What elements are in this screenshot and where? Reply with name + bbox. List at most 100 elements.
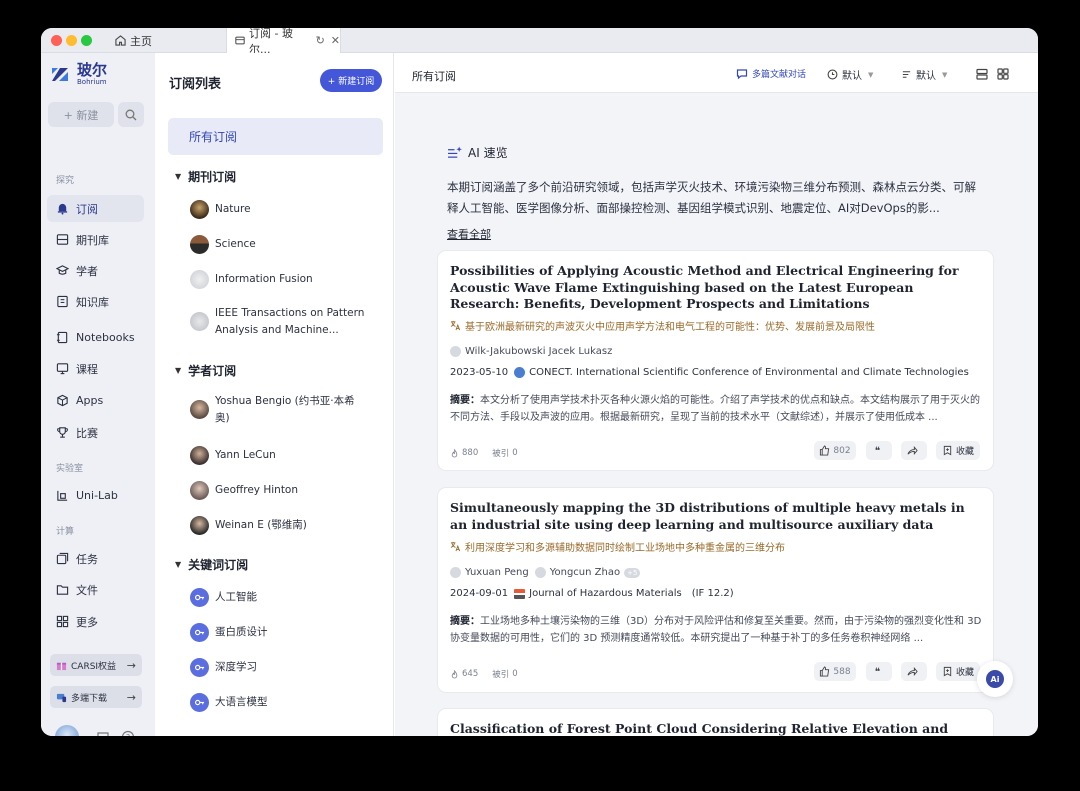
paper-title[interactable]: Classification of Forest Point Cloud Con… bbox=[450, 721, 980, 736]
author-name[interactable]: Yuxuan Peng bbox=[465, 567, 529, 578]
multi-doc-chat-button[interactable]: 多篇文献对话 bbox=[736, 67, 806, 80]
journal-name: Nature bbox=[215, 203, 251, 216]
help-icon[interactable]: ? bbox=[121, 730, 135, 736]
subscription-item-scholar[interactable]: Yoshua Bengio (约书亚·本希奥) bbox=[190, 393, 365, 427]
abstract-label: 摘要： bbox=[450, 616, 480, 627]
translate-icon bbox=[450, 320, 461, 331]
paper-card[interactable]: Simultaneously mapping the 3D distributi… bbox=[437, 487, 994, 693]
subscription-item-keyword[interactable]: 蛋白质设计 bbox=[190, 623, 268, 642]
paper-venue[interactable]: Journal of Hazardous Materials bbox=[529, 588, 682, 599]
author-name[interactable]: Wilk-Jakubowski Jacek Lukasz bbox=[465, 346, 612, 357]
author-name[interactable]: Yongcun Zhao bbox=[550, 567, 620, 578]
reload-icon[interactable]: ↻ bbox=[316, 34, 325, 47]
nav-item-journals-label: 期刊库 bbox=[76, 233, 109, 247]
close-icon[interactable]: ✕ bbox=[331, 34, 340, 47]
nav-item-contests[interactable]: 比赛 bbox=[47, 419, 144, 446]
subscription-item-scholar[interactable]: Geoffrey Hinton bbox=[190, 481, 298, 500]
ai-assistant-button[interactable]: Ai bbox=[977, 661, 1013, 697]
cite-button[interactable]: ❝ bbox=[866, 441, 892, 460]
book-icon bbox=[57, 295, 68, 308]
app-window: 主页 订阅 - 玻尔... ↻ ✕ 玻尔 Bohrium + 新建 探究 订阅 … bbox=[41, 28, 1038, 736]
tab-subscription[interactable]: 订阅 - 玻尔... ↻ ✕ bbox=[226, 28, 341, 56]
subscription-item-keyword[interactable]: 大语言模型 bbox=[190, 693, 268, 712]
nav-item-knowledge-label: 知识库 bbox=[76, 295, 109, 309]
subscription-item-scholar[interactable]: Weinan E (鄂维南) bbox=[190, 516, 307, 535]
scholar-avatar bbox=[190, 481, 209, 500]
order-sort-dropdown[interactable]: 默认 ▼ bbox=[901, 67, 947, 82]
subscription-item-keyword[interactable]: 人工智能 bbox=[190, 588, 257, 607]
paper-card[interactable]: Possibilities of Applying Acoustic Metho… bbox=[437, 250, 994, 471]
like-button[interactable]: 588 bbox=[814, 662, 856, 681]
all-subscriptions-item[interactable]: 所有订阅 bbox=[168, 118, 383, 155]
new-button[interactable]: + 新建 bbox=[48, 102, 114, 127]
keyword-name: 大语言模型 bbox=[215, 696, 268, 709]
tab-home-label: 主页 bbox=[130, 34, 152, 48]
cite-button[interactable]: ❝ bbox=[866, 662, 892, 681]
bookmark-button[interactable]: 收藏 bbox=[936, 441, 980, 460]
share-button[interactable] bbox=[901, 662, 927, 681]
keyword-group-header[interactable]: ▼ 关键词订阅 bbox=[175, 556, 248, 573]
paper-title[interactable]: Simultaneously mapping the 3D distributi… bbox=[450, 500, 980, 533]
download-promo-button[interactable]: 多端下载 → bbox=[50, 686, 142, 708]
paper-date: 2023-05-10 bbox=[450, 367, 509, 378]
subscription-item-journal[interactable]: Science bbox=[190, 235, 256, 254]
download-promo-label: 多端下载 bbox=[71, 693, 108, 704]
nav-item-apps[interactable]: Apps bbox=[47, 387, 144, 414]
scholar-name: Yann LeCun bbox=[215, 449, 276, 462]
ai-overview-title: AI 速览 bbox=[468, 146, 508, 160]
maximize-window-button[interactable] bbox=[81, 35, 92, 46]
journal-group-header[interactable]: ▼ 期刊订阅 bbox=[175, 168, 236, 185]
quote-icon: ❝ bbox=[875, 446, 880, 456]
more-authors-badge[interactable]: +5 bbox=[624, 567, 641, 578]
main-header: 所有订阅 多篇文献对话 默认 ▼ 默认 ▼ bbox=[395, 53, 1038, 93]
bohrium-logo[interactable]: 玻尔 Bohrium bbox=[49, 63, 107, 86]
bookmark-button[interactable]: 收藏 bbox=[936, 662, 980, 681]
subscription-item-journal[interactable]: IEEE Transactions on Pattern Analysis an… bbox=[190, 305, 370, 339]
nav-item-files-label: 文件 bbox=[76, 583, 98, 597]
subscription-item-keyword[interactable]: 深度学习 bbox=[190, 658, 257, 677]
paper-card[interactable]: Classification of Forest Point Cloud Con… bbox=[437, 708, 994, 736]
like-count: 588 bbox=[833, 666, 851, 677]
nav-item-more-label: 更多 bbox=[76, 615, 98, 629]
view-all-link[interactable]: 查看全部 bbox=[447, 226, 987, 242]
paper-title[interactable]: Possibilities of Applying Acoustic Metho… bbox=[450, 263, 980, 313]
new-subscription-button[interactable]: + 新建订阅 bbox=[320, 69, 382, 92]
subscription-item-scholar[interactable]: Yann LeCun bbox=[190, 446, 276, 465]
nav-item-more[interactable]: 更多 bbox=[47, 608, 144, 635]
share-button[interactable] bbox=[901, 441, 927, 460]
search-button[interactable] bbox=[118, 102, 144, 127]
user-avatar[interactable] bbox=[55, 725, 79, 736]
like-button[interactable]: 802 bbox=[814, 441, 856, 460]
close-window-button[interactable] bbox=[51, 35, 62, 46]
nav-item-scholars[interactable]: 学者 bbox=[47, 257, 144, 284]
journal-name: Information Fusion bbox=[215, 273, 313, 286]
carsi-promo-label: CARSI权益 bbox=[71, 661, 117, 672]
nav-item-notebooks[interactable]: Notebooks bbox=[47, 324, 144, 351]
abstract-text: 本文分析了使用声学技术扑灭各种火源火焰的可能性。介绍了声学技术的优点和缺点。本文… bbox=[450, 395, 980, 423]
fire-icon bbox=[451, 669, 458, 678]
paper-venue[interactable]: CONECT. International Scientific Confere… bbox=[529, 367, 969, 378]
subscription-item-journal[interactable]: Nature bbox=[190, 200, 251, 219]
minimize-window-button[interactable] bbox=[66, 35, 77, 46]
bookmark-label: 收藏 bbox=[955, 668, 974, 678]
nav-item-knowledge[interactable]: 知识库 bbox=[47, 288, 144, 315]
nav-item-tasks[interactable]: 任务 bbox=[47, 545, 144, 572]
nav-item-unilab[interactable]: Uni-Lab bbox=[47, 482, 144, 509]
nav-item-journals[interactable]: 期刊库 bbox=[47, 226, 144, 253]
grid-view-icon[interactable] bbox=[996, 67, 1010, 81]
chat-icon[interactable] bbox=[96, 730, 110, 736]
scholar-name: Geoffrey Hinton bbox=[215, 484, 299, 497]
nav-item-files[interactable]: 文件 bbox=[47, 576, 144, 603]
tab-home[interactable]: 主页 bbox=[111, 28, 224, 53]
multi-doc-chat-label: 多篇文献对话 bbox=[752, 70, 807, 80]
nav-item-subscribe[interactable]: 订阅 bbox=[47, 195, 144, 222]
translate-icon bbox=[450, 541, 461, 552]
ai-icon: Ai bbox=[986, 670, 1004, 688]
scholar-group-header[interactable]: ▼ 学者订阅 bbox=[175, 362, 236, 379]
time-sort-dropdown[interactable]: 默认 ▼ bbox=[827, 67, 873, 82]
ai-overview-summary: 本期订阅涵盖了多个前沿研究领域，包括声学灭火技术、环境污染物三维分布预测、森林点… bbox=[447, 180, 976, 215]
subscription-item-journal[interactable]: Information Fusion bbox=[190, 270, 313, 289]
nav-item-courses[interactable]: 课程 bbox=[47, 355, 144, 382]
list-view-icon[interactable] bbox=[975, 67, 989, 81]
carsi-promo-button[interactable]: CARSI权益 → bbox=[50, 654, 142, 676]
